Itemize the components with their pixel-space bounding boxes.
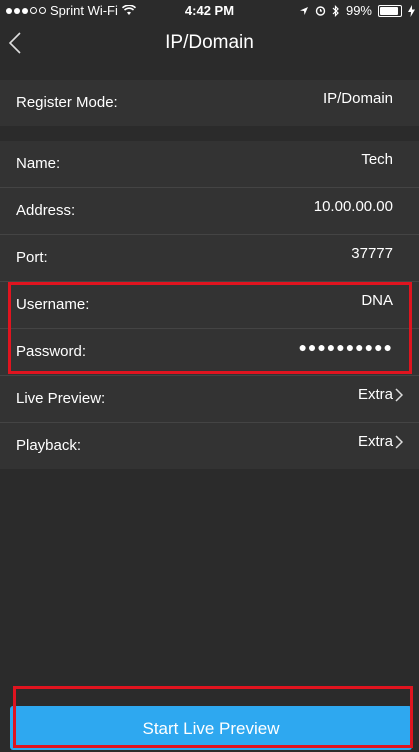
credentials-highlight-box bbox=[8, 282, 412, 374]
name-field[interactable]: Tech bbox=[361, 151, 393, 168]
address-row[interactable]: Address: 10.00.00.00 bbox=[0, 188, 419, 235]
battery-percent: 99% bbox=[345, 3, 372, 18]
location-arrow-icon bbox=[299, 6, 308, 15]
chevron-right-icon bbox=[395, 434, 403, 449]
charging-bolt-icon bbox=[408, 4, 415, 17]
register-mode-label: Register Mode: bbox=[16, 94, 118, 111]
battery-fill bbox=[380, 6, 398, 15]
battery-icon bbox=[378, 4, 402, 17]
navigation-bar: IP/Domain bbox=[0, 22, 419, 64]
bluetooth-icon bbox=[332, 4, 339, 17]
name-label: Name: bbox=[16, 155, 61, 172]
alarm-clock-icon bbox=[315, 6, 326, 16]
live-preview-value: Extra bbox=[358, 386, 403, 403]
status-bar: Sprint Wi-Fi 4:42 PM 99% bbox=[0, 0, 419, 22]
status-right: 99% bbox=[299, 3, 415, 18]
playback-row[interactable]: Playback: Extra bbox=[0, 423, 419, 469]
register-mode-value: IP/Domain bbox=[322, 90, 393, 107]
register-mode-row[interactable]: Register Mode: IP/Domain bbox=[0, 80, 419, 126]
start-button-highlight-box bbox=[13, 686, 413, 748]
port-row[interactable]: Port: 37777 bbox=[0, 235, 419, 282]
port-label: Port: bbox=[16, 249, 48, 266]
playback-value: Extra bbox=[358, 433, 403, 450]
live-preview-value-text: Extra bbox=[357, 386, 393, 403]
name-row[interactable]: Name: Tech bbox=[0, 141, 419, 188]
live-preview-label: Live Preview: bbox=[16, 390, 106, 407]
live-preview-row[interactable]: Live Preview: Extra bbox=[0, 376, 419, 423]
playback-label: Playback: bbox=[16, 437, 82, 454]
page-title: IP/Domain bbox=[165, 32, 254, 53]
port-field[interactable]: 37777 bbox=[351, 245, 393, 262]
register-mode-section: Register Mode: IP/Domain bbox=[0, 80, 419, 126]
playback-value-text: Extra bbox=[357, 433, 393, 450]
chevron-right-icon bbox=[395, 387, 403, 402]
address-label: Address: bbox=[16, 202, 76, 219]
address-field[interactable]: 10.00.00.00 bbox=[314, 198, 393, 215]
